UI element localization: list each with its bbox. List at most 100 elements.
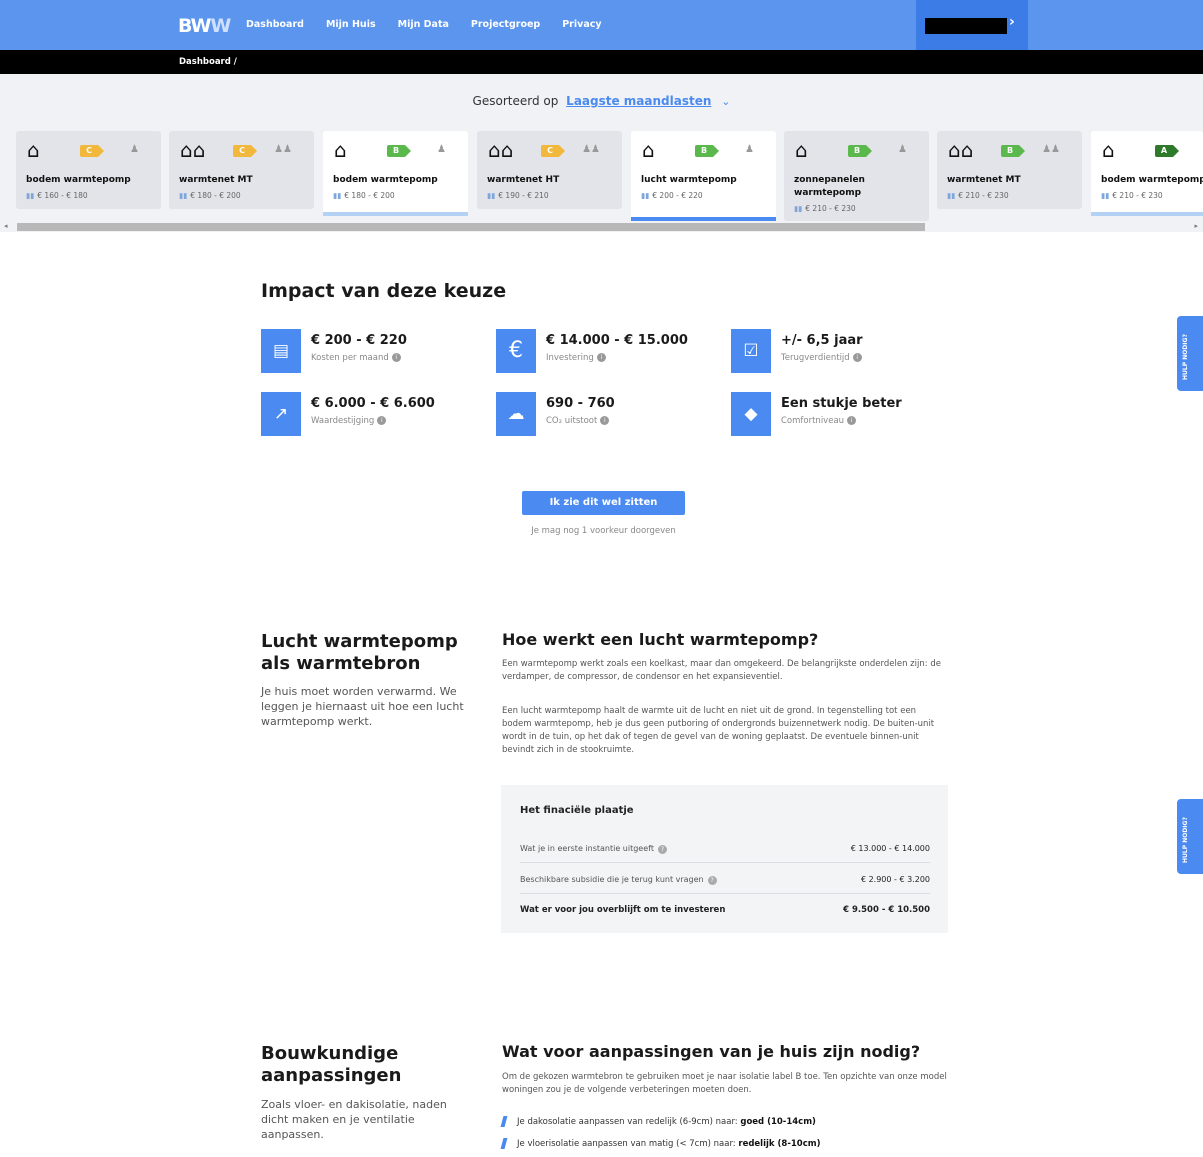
energy-label-badge: C [80, 145, 104, 157]
section-title: Lucht warmtepomp als warmtebron [261, 631, 458, 674]
section-title: Bouwkundige aanpassingen [261, 1043, 402, 1086]
info-icon[interactable]: ? [657, 845, 667, 854]
option-name: warmtenet MT [947, 175, 1021, 185]
people-icon: ♟♟ [582, 144, 600, 155]
option-name: zonnepanelen warmtepomp [794, 175, 865, 198]
option-card[interactable]: ⌂⌂ C ♟♟ warmtenet HT ▮▮ € 190 - € 210 [477, 131, 622, 209]
bars-icon: ▮▮ [794, 204, 803, 213]
stat-label: Terugverdientijd i [781, 353, 862, 363]
people-icon: ♟♟ [274, 144, 292, 155]
tag-icon: ◆ [731, 392, 771, 436]
option-card[interactable]: ⌂⌂ C ♟♟ warmtenet MT ▮▮ € 180 - € 200 [169, 131, 314, 209]
horizontal-scrollbar[interactable]: ◂ ▸ [0, 222, 1203, 232]
euro-icon: € [496, 329, 536, 373]
bars-icon: ▮▮ [487, 191, 496, 200]
stat-value: € 14.000 - € 15.000 [546, 333, 688, 348]
user-menu[interactable]: › [916, 0, 1028, 50]
energy-label-badge: B [1001, 145, 1025, 157]
help-tab[interactable]: HULP NODIG? [1177, 316, 1203, 391]
chevron-down-icon[interactable]: ⌄ [721, 95, 730, 108]
logo[interactable]: BWW [178, 15, 231, 37]
financial-row: Wat je in eerste instantie uitgeeft? € 1… [520, 832, 930, 863]
choose-option-button[interactable]: Ik zie dit wel zitten [522, 491, 685, 515]
people-icon: ♟♟ [1042, 144, 1060, 155]
option-card-selected[interactable]: ⌂ B ♟ lucht warmtepomp ▮▮ € 200 - € 220 [631, 131, 776, 221]
option-price: ▮▮ € 210 - € 230 [947, 191, 1009, 200]
scroll-right-icon[interactable]: ▸ [1194, 222, 1198, 230]
info-icon[interactable]: i [600, 416, 610, 425]
stat-value: € 200 - € 220 [311, 333, 407, 348]
option-card[interactable]: ⌂ B ♟ bodem warmtepomp ▮▮ € 180 - € 200 [323, 131, 468, 216]
section-heading: Hoe werkt een lucht warmtepomp? [502, 630, 819, 649]
energy-label-badge: B [387, 145, 411, 157]
section-intro: Zoals vloer- en dakisolatie, naden dicht… [261, 1098, 447, 1141]
nav-link-mijn-data[interactable]: Mijn Data [398, 19, 449, 30]
house-ground-icon: ⌂ [27, 138, 40, 162]
option-card[interactable]: ⌂ A bodem warmtepomp ▮▮ € 210 - € 230 [1091, 131, 1203, 216]
stat-label: Waardestijging i [311, 416, 387, 426]
coins-icon: ▤ [261, 329, 301, 373]
bars-icon: ▮▮ [333, 191, 342, 200]
house-air-icon: ⌂ [642, 138, 655, 162]
breadcrumb: Dashboard / [0, 50, 1203, 74]
info-icon[interactable]: i [596, 353, 606, 362]
scroll-left-icon[interactable]: ◂ [4, 222, 8, 230]
calendar-icon: ☑ [731, 329, 771, 373]
heat-network-icon: ⌂⌂ [180, 138, 206, 162]
financial-row-total: Wat er voor jou overblijft om te investe… [520, 905, 930, 915]
section-intro: Je huis moet worden verwarmd. We leggen … [261, 685, 464, 728]
sort-control: Gesorteerd op Laagste maandlasten ⌄ [0, 94, 1203, 108]
nav-link-mijn-huis[interactable]: Mijn Huis [326, 19, 376, 30]
breadcrumb-dashboard[interactable]: Dashboard / [179, 57, 237, 67]
nav-links: Dashboard Mijn Huis Mijn Data Projectgro… [246, 19, 624, 30]
financial-summary: Het finaciële plaatje Wat je in eerste i… [501, 785, 948, 933]
option-card[interactable]: ⌂ B ♟ zonnepanelen warmtepomp ▮▮ € 210 - … [784, 131, 929, 221]
house-ground-icon: ⌂ [1102, 138, 1115, 162]
bars-icon: ▮▮ [1101, 191, 1110, 200]
info-icon[interactable]: i [391, 353, 401, 362]
options-carousel: Gesorteerd op Laagste maandlasten ⌄ ⌂ C … [0, 74, 1203, 232]
section-paragraph: Om de gekozen warmtebron te gebruiken mo… [502, 1072, 947, 1095]
trend-icon: ↗ [261, 392, 301, 436]
option-price: ▮▮ € 190 - € 210 [487, 191, 549, 200]
info-icon[interactable]: i [847, 416, 857, 425]
option-price: ▮▮ € 210 - € 230 [794, 204, 856, 213]
bullet-icon [500, 1116, 508, 1127]
bars-icon: ▮▮ [179, 191, 188, 200]
stat-label: Investering i [546, 353, 606, 363]
section-paragraph: Een warmtepomp werkt zoals een koelkast,… [502, 659, 941, 682]
cloud-icon: ☁ [496, 392, 536, 436]
info-icon[interactable]: i [852, 353, 862, 362]
chevron-right-icon: › [1009, 14, 1015, 30]
help-tab[interactable]: HULP NODIG? [1177, 799, 1203, 874]
info-icon[interactable]: i [377, 416, 387, 425]
sort-prefix: Gesorteerd op [472, 94, 559, 108]
energy-label-badge: C [541, 145, 565, 157]
nav-link-dashboard[interactable]: Dashboard [246, 19, 304, 30]
stat-value: Een stukje beter [781, 396, 902, 411]
heat-network-icon: ⌂⌂ [488, 138, 514, 162]
heat-network-icon: ⌂⌂ [948, 138, 974, 162]
person-icon: ♟ [437, 144, 446, 155]
impact-title: Impact van deze keuze [261, 280, 507, 302]
info-icon[interactable]: ? [707, 876, 717, 885]
stat-label: CO₂ uitstoot i [546, 416, 610, 426]
stat-label: Kosten per maand i [311, 353, 401, 363]
remaining-preferences-text: Je mag nog 1 voorkeur doorgeven [531, 526, 676, 536]
redacted-username [925, 18, 1007, 34]
person-icon: ♟ [745, 144, 754, 155]
option-card[interactable]: ⌂⌂ B ♟♟ warmtenet MT ▮▮ € 210 - € 230 [937, 131, 1082, 209]
nav-link-privacy[interactable]: Privacy [562, 19, 601, 30]
bullet-icon [500, 1138, 508, 1149]
stat-value: +/- 6,5 jaar [781, 333, 863, 348]
option-price: ▮▮ € 180 - € 200 [333, 191, 395, 200]
option-name: warmtenet MT [179, 175, 253, 185]
nav-link-projectgroep[interactable]: Projectgroep [471, 19, 540, 30]
bars-icon: ▮▮ [26, 191, 35, 200]
list-item: Je vloerisolatie aanpassen van matig (< … [500, 1138, 820, 1149]
sort-select[interactable]: Laagste maandlasten [566, 94, 711, 108]
option-card[interactable]: ⌂ C ♟ bodem warmtepomp ▮▮ € 160 - € 180 [16, 131, 161, 209]
scrollbar-thumb[interactable] [17, 223, 925, 231]
house-solar-icon: ⌂ [795, 138, 808, 162]
option-price: ▮▮ € 210 - € 230 [1101, 191, 1163, 200]
